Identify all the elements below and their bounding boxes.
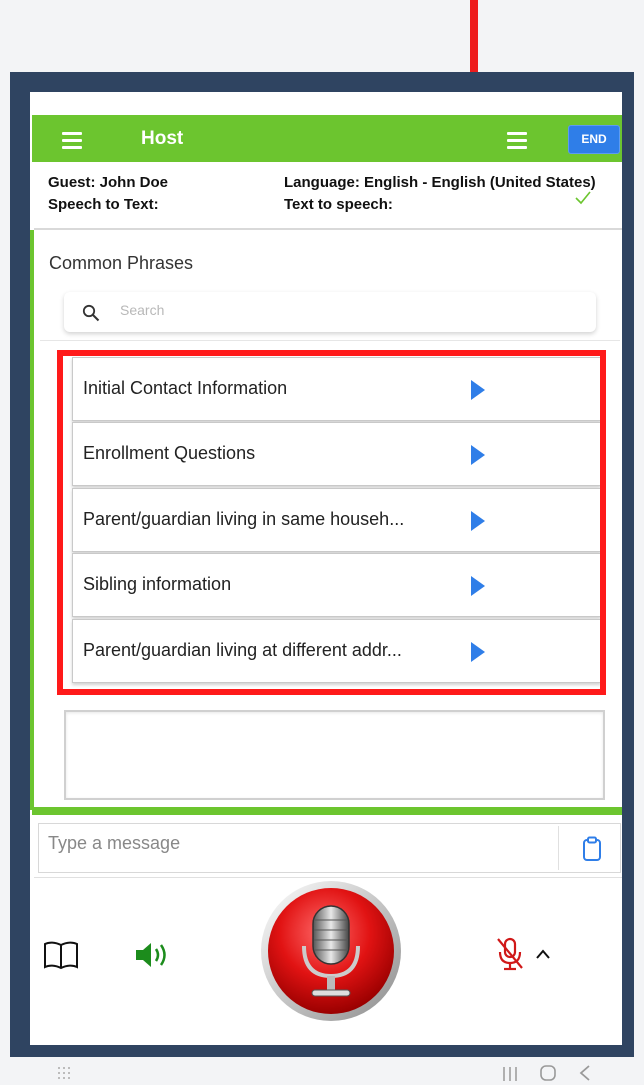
- book-icon[interactable]: [43, 940, 79, 970]
- end-button[interactable]: END: [568, 125, 620, 154]
- page-title: Host: [141, 128, 184, 149]
- back-icon[interactable]: [578, 1064, 592, 1082]
- text-to-speech-label: Text to speech:: [284, 196, 393, 213]
- clipboard-icon[interactable]: [582, 836, 602, 862]
- list-top-border: [40, 340, 620, 341]
- message-placeholder: Type a message: [48, 833, 181, 853]
- header-divider: [34, 228, 622, 230]
- language-label: Language: English - English (United Stat…: [284, 174, 596, 191]
- message-separator: [558, 826, 559, 870]
- chevron-up-icon[interactable]: [535, 948, 551, 960]
- speaker-icon[interactable]: [133, 940, 173, 970]
- search-placeholder: Search: [120, 302, 165, 318]
- options-menu-icon[interactable]: [507, 132, 527, 149]
- annotation-highlight-box: [57, 350, 606, 695]
- microphone-icon[interactable]: [260, 880, 402, 1022]
- menu-icon[interactable]: [62, 132, 82, 149]
- home-icon[interactable]: [539, 1064, 557, 1082]
- left-accent-bar: [30, 230, 34, 810]
- search-icon: [82, 304, 100, 322]
- checkmark-icon: [575, 191, 591, 205]
- transcript-area[interactable]: [64, 710, 605, 800]
- keyboard-grid-icon[interactable]: [57, 1066, 71, 1080]
- common-phrases-heading: Common Phrases: [49, 253, 194, 273]
- guest-label: Guest: John Doe: [48, 174, 169, 191]
- controls-divider: [34, 877, 622, 878]
- app-header: [32, 115, 622, 162]
- speech-to-text-label: Speech to Text:: [48, 196, 159, 213]
- section-divider-bar: [32, 807, 622, 815]
- recents-icon[interactable]: [501, 1066, 519, 1082]
- mic-muted-icon[interactable]: [495, 936, 525, 972]
